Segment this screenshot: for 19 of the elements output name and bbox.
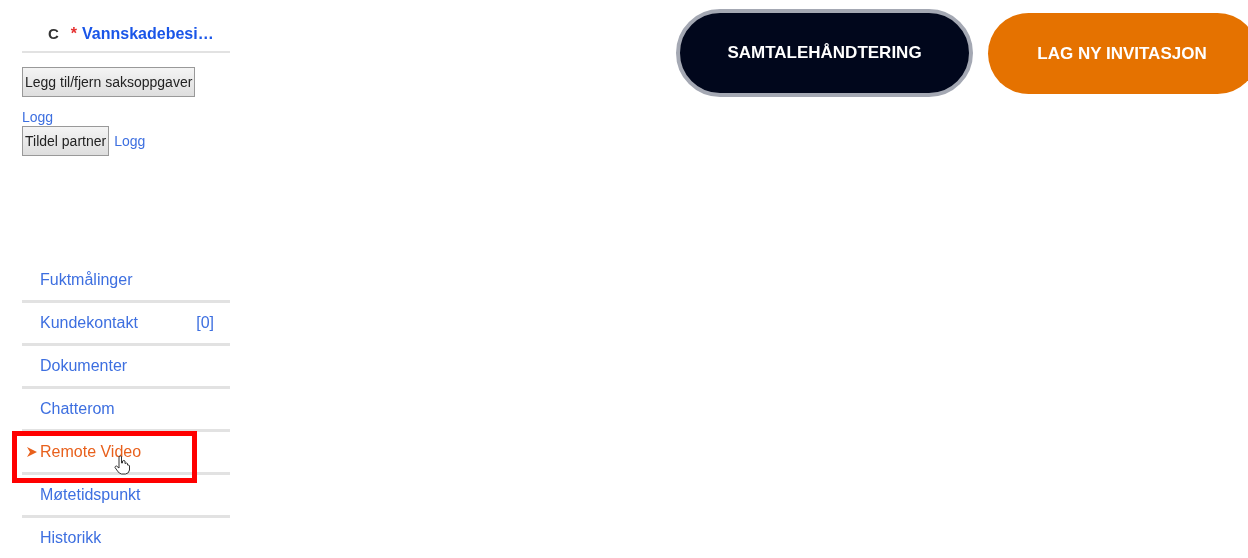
action-button[interactable]: SAMTALEHÅNDTERING [676,9,973,97]
menu-item[interactable]: Remote Video [22,432,230,475]
menu-item[interactable]: Historikk [22,518,230,558]
menu-item[interactable]: Fuktmålinger [22,260,230,303]
action-button[interactable]: LAG NY INVITASJON [988,13,1248,94]
log-link[interactable]: Logg [22,109,54,125]
menu-item[interactable]: Chatterom [22,389,230,432]
chevron-icon [26,446,38,458]
hand-cursor-icon [114,455,130,475]
case-title[interactable]: Vannskadebesi… [82,25,214,43]
required-mark: * [70,25,78,43]
log-link[interactable]: Logg [114,133,146,149]
case-prefix: C [48,25,59,42]
item-count: [0] [196,314,214,332]
tasks-button[interactable]: Legg til/fjern saksoppgaver [22,67,196,97]
menu-item[interactable]: Dokumenter [22,346,230,389]
menu-item[interactable]: Møtetidspunkt [22,475,230,518]
menu-item[interactable]: Kundekontakt [0] [22,303,230,346]
assign-partner-button[interactable]: Tildel partner [22,126,110,156]
